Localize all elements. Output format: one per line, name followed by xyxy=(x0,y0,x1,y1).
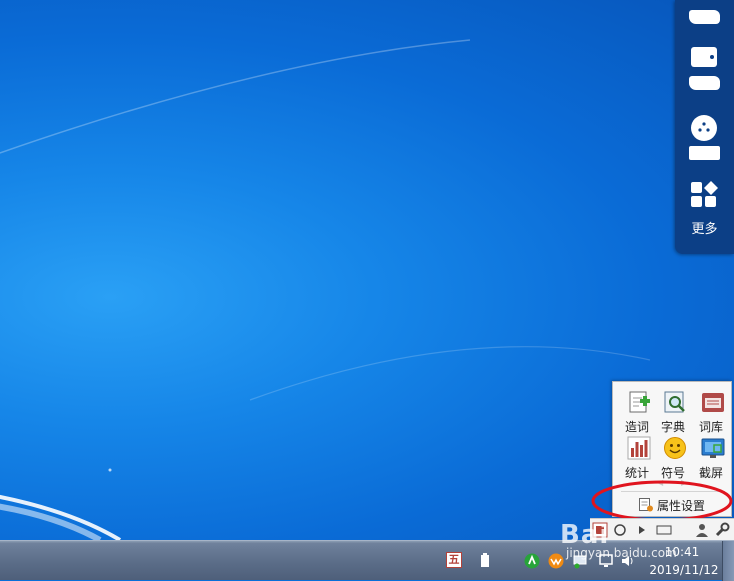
hidden-app-icon xyxy=(691,115,717,141)
blurred-label xyxy=(689,146,720,160)
hidden-app-icon xyxy=(691,47,717,67)
floating-side-panel: 更多 xyxy=(675,0,734,254)
user-icon[interactable] xyxy=(694,522,710,538)
clock-date[interactable]: 2019/11/12 xyxy=(646,563,722,577)
add-word-icon xyxy=(629,391,650,413)
more-grid-icon xyxy=(691,181,718,207)
tool-label: 字典 xyxy=(660,420,685,434)
tool-add-word[interactable]: 造词 xyxy=(619,388,655,434)
word-library-icon xyxy=(702,393,724,412)
ime-toolbar xyxy=(590,518,734,540)
chinese-english-toggle-icon[interactable] xyxy=(612,522,628,538)
punctuation-icon[interactable] xyxy=(634,522,650,538)
tool-symbols[interactable]: 符号 xyxy=(655,434,691,480)
tool-screenshot[interactable]: 截屏 xyxy=(693,434,729,480)
clock-time[interactable]: 10:41 xyxy=(662,545,702,559)
screenshot-icon xyxy=(701,438,725,458)
ime-tray-icon[interactable]: 五 xyxy=(446,552,462,568)
dictionary-icon xyxy=(664,391,685,413)
monitor-icon[interactable] xyxy=(598,553,614,569)
side-panel-item-3[interactable] xyxy=(675,110,734,170)
tool-label: 词库 xyxy=(698,420,723,434)
emoji-symbol-icon xyxy=(664,437,686,459)
more-label: 更多 xyxy=(691,222,718,237)
side-panel-item-1[interactable] xyxy=(675,0,734,30)
tool-statistics[interactable]: 统计 xyxy=(619,434,655,480)
green-app-icon[interactable] xyxy=(524,553,540,569)
ime-char: 五 xyxy=(448,553,460,566)
tool-dictionary[interactable]: 字典 xyxy=(655,388,691,434)
network-icon[interactable] xyxy=(572,553,588,569)
orange-app-icon[interactable] xyxy=(548,553,564,569)
tool-label: 造词 xyxy=(624,420,649,434)
ime-logo-icon[interactable] xyxy=(592,522,608,538)
usb-drive-icon[interactable] xyxy=(477,553,493,569)
tool-word-library[interactable]: 词库 xyxy=(693,388,729,434)
show-desktop-button[interactable] xyxy=(722,541,734,581)
side-panel-item-2[interactable] xyxy=(675,40,734,100)
wrench-icon[interactable] xyxy=(714,522,730,538)
statistics-icon xyxy=(627,436,651,460)
volume-icon[interactable] xyxy=(620,553,636,569)
blurred-label xyxy=(689,76,720,90)
hidden-app-icon xyxy=(689,10,720,24)
taskbar: 五 10:41 2019/11/12 xyxy=(0,540,734,581)
soft-keyboard-icon[interactable] xyxy=(656,522,672,538)
